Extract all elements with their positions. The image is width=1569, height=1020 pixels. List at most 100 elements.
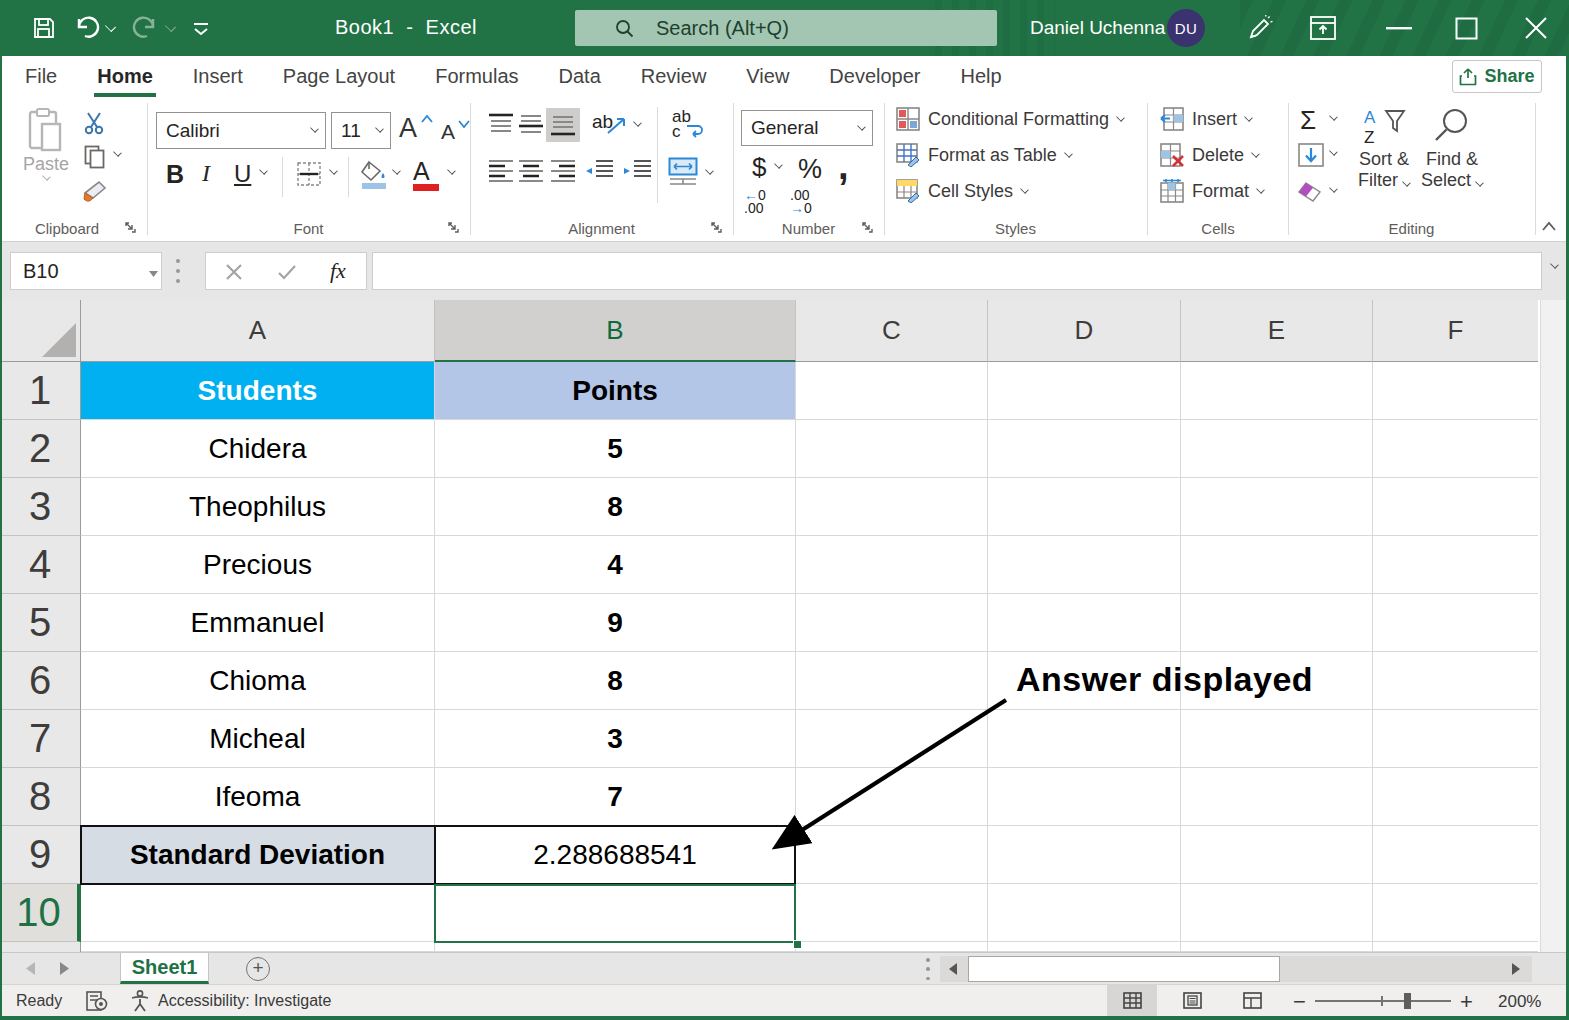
insert-cells-button[interactable]: Insert xyxy=(1160,107,1252,131)
currency-dropdown-icon[interactable] xyxy=(774,160,783,169)
tab-formulas[interactable]: Formulas xyxy=(415,56,538,97)
column-header-b[interactable]: B xyxy=(435,300,796,362)
percent-button[interactable]: % xyxy=(798,154,822,185)
tab-review[interactable]: Review xyxy=(621,56,727,97)
cell-d3[interactable] xyxy=(988,478,1181,536)
row-header-7[interactable]: 7 xyxy=(0,710,81,768)
align-left-icon[interactable] xyxy=(488,159,514,183)
hscroll-left-icon[interactable] xyxy=(949,963,957,975)
cell-b8[interactable]: 7 xyxy=(435,768,796,826)
tab-insert[interactable]: Insert xyxy=(173,56,263,97)
view-normal-button[interactable] xyxy=(1107,985,1157,1016)
name-box[interactable]: B10 xyxy=(10,252,162,290)
column-header-c[interactable]: C xyxy=(796,300,988,362)
row-header-9[interactable]: 9 xyxy=(0,826,81,884)
quick-access-toolbar-icon[interactable] xyxy=(192,22,210,36)
row-header-2[interactable]: 2 xyxy=(0,420,81,478)
decrease-decimal-button[interactable]: .00→0 xyxy=(790,189,812,215)
alignment-launcher-icon[interactable] xyxy=(710,221,724,235)
avatar[interactable]: DU xyxy=(1167,9,1205,47)
find-select-button[interactable]: Find &Select xyxy=(1420,107,1484,191)
cell-f4[interactable] xyxy=(1373,536,1538,594)
fill-down-icon[interactable] xyxy=(1298,143,1324,167)
cell-c1[interactable] xyxy=(796,362,988,420)
cell-f8[interactable] xyxy=(1373,768,1538,826)
underline-button[interactable]: U xyxy=(234,160,251,188)
fill-color-icon[interactable] xyxy=(360,159,388,189)
vertical-scrollbar[interactable] xyxy=(1540,300,1566,952)
redo-icon[interactable] xyxy=(132,15,160,41)
cell-a2[interactable]: Chidera xyxy=(81,420,435,478)
cell-b5[interactable]: 9 xyxy=(435,594,796,652)
cell-a8[interactable]: Ifeoma xyxy=(81,768,435,826)
sheet-tab-sheet1[interactable]: Sheet1 xyxy=(120,953,209,984)
view-page-layout-button[interactable] xyxy=(1167,985,1217,1016)
redo-dropdown-icon[interactable] xyxy=(165,21,176,32)
copy-dropdown-icon[interactable] xyxy=(113,148,122,157)
cell-c2[interactable] xyxy=(796,420,988,478)
sheet-next-icon[interactable] xyxy=(60,962,69,975)
cut-icon[interactable] xyxy=(82,111,106,135)
maximize-button[interactable] xyxy=(1455,17,1478,40)
cell-e5[interactable] xyxy=(1181,594,1373,652)
save-icon[interactable] xyxy=(32,16,56,40)
tab-developer[interactable]: Developer xyxy=(809,56,940,97)
name-box-dropdown-icon[interactable] xyxy=(149,271,158,277)
horizontal-scrollbar[interactable] xyxy=(940,956,1532,982)
cell-c11[interactable] xyxy=(796,942,988,952)
cell-d8[interactable] xyxy=(988,768,1181,826)
tab-splitter[interactable] xyxy=(926,958,930,980)
cancel-icon[interactable] xyxy=(226,264,242,280)
zoom-out-button[interactable]: − xyxy=(1293,989,1306,1015)
increase-decimal-button[interactable]: ←0.00 xyxy=(744,189,766,215)
row-header-11[interactable] xyxy=(0,942,81,952)
tab-help[interactable]: Help xyxy=(941,56,1022,97)
column-header-d[interactable]: D xyxy=(988,300,1181,362)
enter-icon[interactable] xyxy=(278,264,296,280)
decrease-font-button[interactable]: A xyxy=(441,120,455,144)
cell-e10[interactable] xyxy=(1181,884,1373,942)
tab-page-layout[interactable]: Page Layout xyxy=(263,56,415,97)
cell-e4[interactable] xyxy=(1181,536,1373,594)
cell-c6[interactable] xyxy=(796,652,988,710)
cell-e9[interactable] xyxy=(1181,826,1373,884)
undo-dropdown-icon[interactable] xyxy=(105,21,116,32)
row-header-8[interactable]: 8 xyxy=(0,768,81,826)
cell-e7[interactable] xyxy=(1181,710,1373,768)
clear-icon[interactable] xyxy=(1296,179,1324,205)
font-color-button[interactable]: A xyxy=(413,157,439,191)
formula-bar-resizer[interactable] xyxy=(176,259,180,283)
column-header-e[interactable]: E xyxy=(1181,300,1373,362)
borders-dropdown-icon[interactable] xyxy=(329,166,338,175)
cell-f6[interactable] xyxy=(1373,652,1538,710)
copy-icon[interactable] xyxy=(84,145,106,169)
borders-icon[interactable] xyxy=(296,161,322,187)
italic-button[interactable]: I xyxy=(202,160,210,187)
add-sheet-button[interactable]: + xyxy=(246,957,270,981)
number-launcher-icon[interactable] xyxy=(861,221,875,235)
cell-e2[interactable] xyxy=(1181,420,1373,478)
number-format-select[interactable]: General xyxy=(741,110,873,146)
conditional-formatting-button[interactable]: Conditional Formatting xyxy=(896,107,1124,131)
merge-center-icon[interactable] xyxy=(668,157,698,185)
cell-f7[interactable] xyxy=(1373,710,1538,768)
column-header-a[interactable]: A xyxy=(81,300,435,362)
row-header-5[interactable]: 5 xyxy=(0,594,81,652)
horizontal-scroll-thumb[interactable] xyxy=(968,956,1280,982)
cell-a10[interactable] xyxy=(81,884,435,942)
cell-d4[interactable] xyxy=(988,536,1181,594)
clear-dropdown-icon[interactable] xyxy=(1329,184,1338,193)
cell-c5[interactable] xyxy=(796,594,988,652)
zoom-level[interactable]: 200% xyxy=(1498,992,1541,1012)
ribbon-display-options-icon[interactable] xyxy=(1310,16,1336,40)
cell-d7[interactable] xyxy=(988,710,1181,768)
cell-b11[interactable] xyxy=(435,942,796,952)
cell-f1[interactable] xyxy=(1373,362,1538,420)
cell-b6[interactable]: 8 xyxy=(435,652,796,710)
cell-c3[interactable] xyxy=(796,478,988,536)
format-painter-icon[interactable] xyxy=(82,179,108,205)
increase-font-button[interactable]: A xyxy=(399,113,417,144)
cell-e3[interactable] xyxy=(1181,478,1373,536)
zoom-slider-track[interactable] xyxy=(1315,1000,1451,1002)
cell-e1[interactable] xyxy=(1181,362,1373,420)
